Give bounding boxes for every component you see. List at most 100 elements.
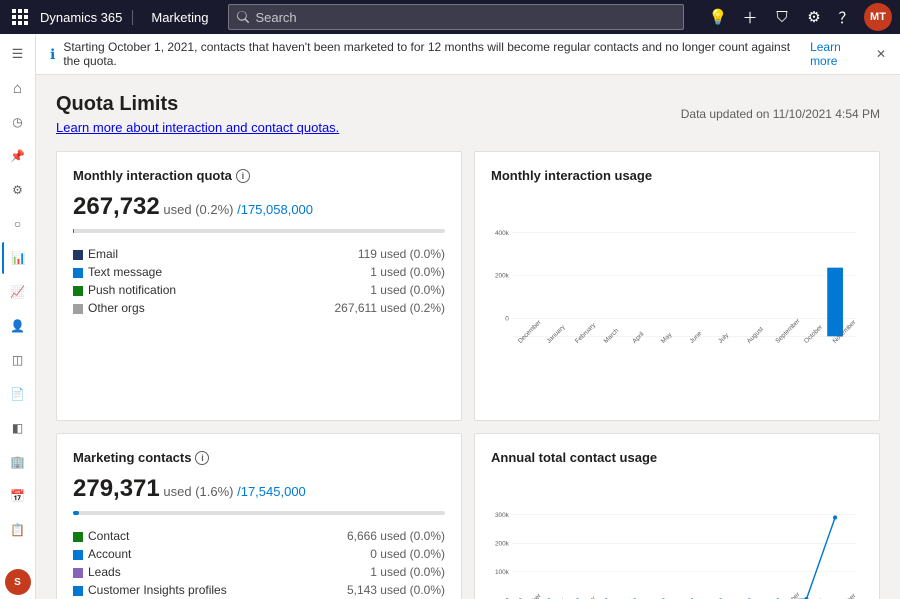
help-button[interactable]: ？: [832, 3, 860, 31]
legend-color-account: [73, 550, 83, 560]
page-subtitle: Learn more about interaction and contact…: [56, 120, 339, 135]
progress-bar: [73, 229, 445, 233]
filter-button[interactable]: ⛉: [768, 3, 796, 31]
sidebar-item-circle[interactable]: ○: [2, 208, 34, 240]
svg-text:September: September: [774, 591, 802, 599]
sidebar-item-segments[interactable]: ◫: [2, 344, 34, 376]
sidebar-item-home[interactable]: ⌂: [2, 72, 34, 104]
sidebar-item-recent[interactable]: ◷: [2, 106, 34, 138]
svg-text:March: March: [603, 327, 621, 345]
sidebar-item-content[interactable]: 📄: [2, 378, 34, 410]
dot-nov: [833, 515, 837, 519]
legend-color-leads: [73, 568, 83, 578]
svg-text:January: January: [545, 323, 567, 345]
sidebar-item-active[interactable]: 📊: [2, 242, 34, 274]
search-placeholder: Search: [255, 10, 296, 25]
brand-name: Dynamics 365: [40, 10, 122, 25]
legend-table: Email 119 used (0.0%) Text message 1 use…: [73, 245, 445, 317]
card-contacts-title: Marketing contacts i: [73, 450, 445, 465]
svg-text:300k: 300k: [495, 512, 510, 519]
info-icon[interactable]: i: [236, 169, 250, 183]
contacts-legend-table: Contact 6,666 used (0.0%) Account 0 used…: [73, 527, 445, 599]
notice-close-button[interactable]: ✕: [876, 47, 886, 61]
sidebar: ☰ ⌂ ◷ 📌 ⚙ ○ 📊 📈 👤 ◫ 📄 ◧ 🏢 📅 📋 S: [0, 34, 36, 599]
marketing-contacts-card: Marketing contacts i 279,371 used (1.6%)…: [56, 433, 462, 599]
info-icon: ℹ: [50, 46, 55, 63]
app-body: ☰ ⌂ ◷ 📌 ⚙ ○ 📊 📈 👤 ◫ 📄 ◧ 🏢 📅 📋 S ℹ Starti…: [0, 34, 900, 599]
page-header: Quota Limits Learn more about interactio…: [56, 93, 880, 135]
waffle-menu[interactable]: [8, 5, 32, 29]
sidebar-item-accounts[interactable]: 🏢: [2, 446, 34, 478]
legend-color-other: [73, 304, 83, 314]
svg-text:September: September: [774, 317, 802, 345]
legend-row-text: Text message 1 used (0.0%): [73, 263, 445, 281]
sidebar-item-leads[interactable]: ◧: [2, 412, 34, 444]
contacts-progress-bar: [73, 511, 445, 515]
quota-amount: 267,732 used (0.2%) /175,058,000: [73, 193, 445, 221]
legend-color-contact: [73, 532, 83, 542]
progress-bar-fill: [73, 229, 74, 233]
legend-row-account: Account 0 used (0.0%): [73, 545, 445, 563]
card-chart-title: Monthly interaction usage: [491, 168, 863, 183]
svg-text:0: 0: [505, 316, 509, 323]
search-icon: [237, 11, 249, 23]
legend-color-email: [73, 250, 83, 260]
page-title: Quota Limits: [56, 93, 339, 116]
svg-text:October: October: [803, 323, 825, 345]
data-updated: Data updated on 11/10/2021 4:54 PM: [681, 107, 880, 121]
notice-text: Starting October 1, 2021, contacts that …: [63, 40, 802, 68]
annual-line-chart: 300k 200k 100k 0: [491, 475, 863, 599]
legend-row-other: Other orgs 267,611 used (0.2%): [73, 299, 445, 317]
sidebar-item-settings[interactable]: ⚙: [2, 174, 34, 206]
svg-text:November: November: [832, 592, 859, 599]
subtitle-link[interactable]: Learn more about interaction and contact…: [56, 120, 339, 135]
legend-color-text: [73, 268, 83, 278]
sidebar-item-menu[interactable]: ☰: [2, 38, 34, 70]
legend-color-push: [73, 286, 83, 296]
sidebar-item-contacts[interactable]: 👤: [2, 310, 34, 342]
sidebar-user-avatar[interactable]: S: [5, 569, 31, 595]
annual-chart-title: Annual total contact usage: [491, 450, 863, 465]
sidebar-item-pinned[interactable]: 📌: [2, 140, 34, 172]
contacts-info-icon[interactable]: i: [195, 451, 209, 465]
svg-text:December: December: [517, 592, 544, 599]
legend-row-contact: Contact 6,666 used (0.0%): [73, 527, 445, 545]
bar-november: [827, 268, 843, 337]
search-bar[interactable]: Search: [228, 4, 684, 30]
monthly-usage-chart-card: Monthly interaction usage 400k 200k: [474, 151, 880, 421]
lightbulb-button[interactable]: 💡: [704, 3, 732, 31]
top-navigation: Dynamics 365 Marketing Search 💡 ＋ ⛉ ⚙ ？ …: [0, 0, 900, 34]
svg-text:August: August: [746, 326, 765, 345]
main-content: ℹ Starting October 1, 2021, contacts tha…: [36, 34, 900, 599]
legend-row-leads: Leads 1 used (0.0%): [73, 563, 445, 581]
svg-text:April: April: [631, 331, 645, 345]
sidebar-item-surveys[interactable]: 📋: [2, 514, 34, 546]
monthly-interaction-quota-card: Monthly interaction quota i 267,732 used…: [56, 151, 462, 421]
legend-row-email: Email 119 used (0.0%): [73, 245, 445, 263]
nav-actions: 💡 ＋ ⛉ ⚙ ？ MT: [704, 3, 892, 31]
svg-text:May: May: [660, 331, 674, 345]
svg-text:100k: 100k: [495, 569, 510, 576]
page: Quota Limits Learn more about interactio…: [36, 75, 900, 599]
user-avatar[interactable]: MT: [864, 3, 892, 31]
page-title-group: Quota Limits Learn more about interactio…: [56, 93, 339, 135]
contacts-progress-fill: [73, 511, 79, 515]
monthly-bar-chart: 400k 200k 0 December January February: [491, 193, 863, 404]
annual-line: [520, 517, 835, 599]
svg-text:June: June: [688, 330, 703, 345]
nav-module: Marketing: [141, 10, 208, 25]
svg-text:February: February: [574, 321, 598, 345]
add-button[interactable]: ＋: [736, 3, 764, 31]
legend-row-ci-profiles: Customer Insights profiles 5,143 used (0…: [73, 581, 445, 599]
sidebar-item-analytics[interactable]: 📈: [2, 276, 34, 308]
svg-text:July: July: [717, 331, 731, 345]
notice-banner: ℹ Starting October 1, 2021, contacts tha…: [36, 34, 900, 75]
svg-text:400k: 400k: [495, 230, 510, 237]
notice-learn-more[interactable]: Learn more: [810, 40, 868, 68]
sidebar-item-events[interactable]: 📅: [2, 480, 34, 512]
cards-grid: Monthly interaction quota i 267,732 used…: [56, 151, 880, 599]
legend-row-push: Push notification 1 used (0.0%): [73, 281, 445, 299]
annual-contact-chart-card: Annual total contact usage 300k: [474, 433, 880, 599]
settings-button[interactable]: ⚙: [800, 3, 828, 31]
nav-brand: Dynamics 365: [40, 10, 133, 25]
